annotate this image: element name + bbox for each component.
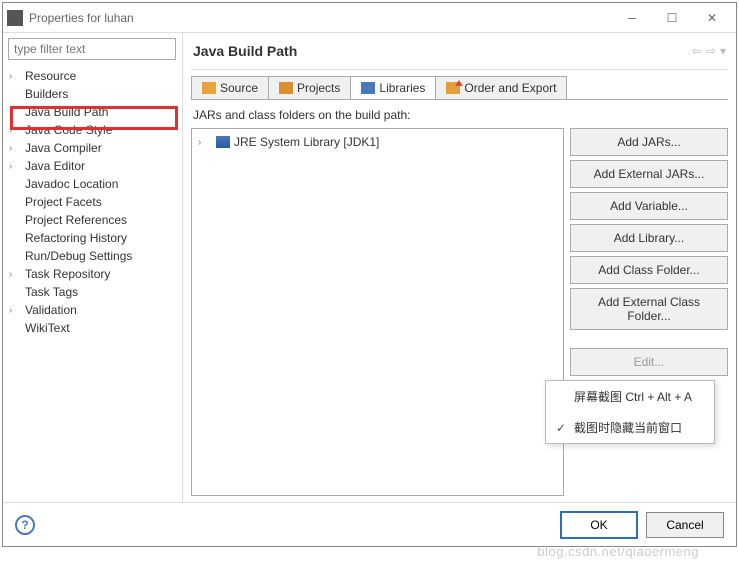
add-external-jars-button[interactable]: Add External JARs...	[570, 160, 728, 188]
help-icon[interactable]: ?	[15, 515, 35, 535]
expand-arrow-icon: ›	[9, 125, 23, 136]
ok-button[interactable]: OK	[560, 511, 638, 539]
tab-projects[interactable]: Projects	[268, 76, 351, 99]
tree-item-label: Task Repository	[23, 267, 110, 281]
popup-item-screenshot[interactable]: 屏幕截图 Ctrl + Alt + A	[546, 381, 714, 412]
add-library-button[interactable]: Add Library...	[570, 224, 728, 252]
expand-arrow-icon: ›	[9, 305, 23, 316]
tree-item-run-debug-settings[interactable]: Run/Debug Settings	[3, 247, 182, 265]
popup-item-hide-window[interactable]: ✓ 截图时隐藏当前窗口	[546, 412, 714, 443]
expand-arrow-icon: ›	[9, 71, 23, 82]
libraries-list[interactable]: › JRE System Library [JDK1]	[191, 128, 564, 496]
expand-arrow-icon: ›	[9, 269, 23, 280]
tree-item-label: Java Build Path	[23, 105, 108, 119]
minimize-button[interactable]: ─	[612, 4, 652, 32]
tree-item-label: Project Facets	[23, 195, 102, 209]
maximize-button[interactable]: ☐	[652, 4, 692, 32]
edit-button: Edit...	[570, 348, 728, 376]
page-title: Java Build Path	[193, 43, 692, 59]
tab-label: Libraries	[379, 81, 425, 95]
tree-item-builders[interactable]: Builders	[3, 85, 182, 103]
tab-label: Projects	[297, 81, 340, 95]
tree-item-javadoc-location[interactable]: Javadoc Location	[3, 175, 182, 193]
tree-item-java-editor[interactable]: ›Java Editor	[3, 157, 182, 175]
add-external-class-folder-button[interactable]: Add External Class Folder...	[570, 288, 728, 330]
tree-item-java-build-path[interactable]: Java Build Path	[3, 103, 182, 121]
tree-item-label: Validation	[23, 303, 77, 317]
tabs-row: Source Projects Libraries Order and Export	[191, 76, 728, 100]
add-variable-button[interactable]: Add Variable...	[570, 192, 728, 220]
tab-order-and-export[interactable]: Order and Export	[435, 76, 567, 99]
tree: ›ResourceBuildersJava Build Path›Java Co…	[3, 65, 182, 339]
tree-item-project-references[interactable]: Project References	[3, 211, 182, 229]
add-jars-button[interactable]: Add JARs...	[570, 128, 728, 156]
tree-item-project-facets[interactable]: Project Facets	[3, 193, 182, 211]
tree-item-label: Builders	[23, 87, 68, 101]
tree-item-label: Run/Debug Settings	[23, 249, 132, 263]
check-icon: ✓	[556, 421, 568, 435]
library-icon	[216, 136, 230, 148]
tree-item-java-code-style[interactable]: ›Java Code Style	[3, 121, 182, 139]
tree-item-label: Java Compiler	[23, 141, 102, 155]
tree-item-validation[interactable]: ›Validation	[3, 301, 182, 319]
tree-item-refactoring-history[interactable]: Refactoring History	[3, 229, 182, 247]
expand-arrow-icon: ›	[9, 143, 23, 154]
expand-arrow-icon: ›	[9, 161, 23, 172]
tree-item-task-repository[interactable]: ›Task Repository	[3, 265, 182, 283]
libraries-subtext: JARs and class folders on the build path…	[191, 100, 728, 128]
tab-label: Order and Export	[464, 81, 556, 95]
window-title: Properties for luhan	[29, 11, 612, 25]
app-icon	[7, 10, 23, 26]
watermark: blog.csdn.net/qiaoermeng	[537, 544, 699, 559]
tree-item-task-tags[interactable]: Task Tags	[3, 283, 182, 301]
filter-input[interactable]	[8, 38, 176, 60]
tree-item-label: Task Tags	[23, 285, 78, 299]
add-class-folder-button[interactable]: Add Class Folder...	[570, 256, 728, 284]
nav-forward-icon[interactable]: ⇨	[706, 44, 716, 58]
expand-arrow-icon: ›	[198, 137, 212, 148]
footer: ? OK Cancel	[3, 502, 736, 546]
library-item[interactable]: › JRE System Library [JDK1]	[196, 133, 559, 151]
tree-item-resource[interactable]: ›Resource	[3, 67, 182, 85]
tree-item-label: Project References	[23, 213, 127, 227]
nav-back-icon[interactable]: ⇦	[692, 44, 702, 58]
titlebar: Properties for luhan ─ ☐ ✕	[3, 3, 736, 33]
close-button[interactable]: ✕	[692, 4, 732, 32]
nav-menu-icon[interactable]: ▾	[720, 44, 726, 58]
tree-item-label: Javadoc Location	[23, 177, 118, 191]
tree-item-label: Resource	[23, 69, 76, 83]
library-label: JRE System Library [JDK1]	[234, 135, 379, 149]
order-icon	[446, 82, 460, 94]
screenshot-popup: 屏幕截图 Ctrl + Alt + A ✓ 截图时隐藏当前窗口	[545, 380, 715, 444]
tab-label: Source	[220, 81, 258, 95]
source-icon	[202, 82, 216, 94]
tree-item-wikitext[interactable]: WikiText	[3, 319, 182, 337]
cancel-button[interactable]: Cancel	[646, 512, 724, 538]
tree-item-java-compiler[interactable]: ›Java Compiler	[3, 139, 182, 157]
sidebar: ›ResourceBuildersJava Build Path›Java Co…	[3, 33, 183, 502]
tree-item-label: Refactoring History	[23, 231, 127, 245]
tab-source[interactable]: Source	[191, 76, 269, 99]
libraries-icon	[361, 82, 375, 94]
tree-item-label: WikiText	[23, 321, 70, 335]
projects-icon	[279, 82, 293, 94]
tab-libraries[interactable]: Libraries	[350, 76, 436, 99]
tree-item-label: Java Code Style	[23, 123, 112, 137]
tree-item-label: Java Editor	[23, 159, 85, 173]
